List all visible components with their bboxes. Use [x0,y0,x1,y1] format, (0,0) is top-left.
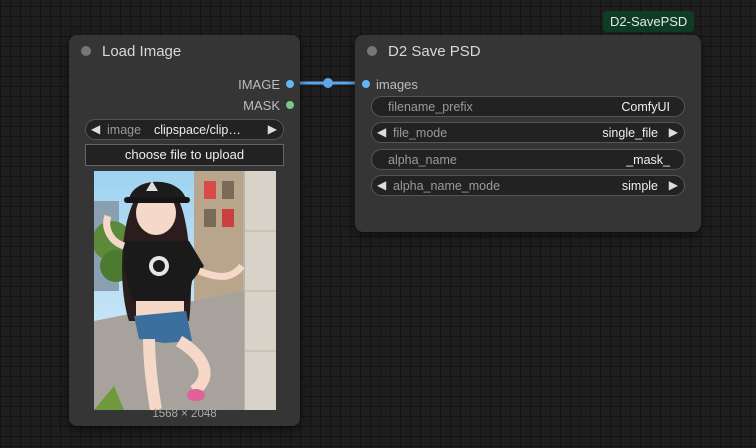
save-psd-node[interactable]: D2 Save PSD images filename_prefix Comfy… [355,35,701,232]
output-label-mask: MASK [243,98,280,113]
node-title: D2 Save PSD [388,43,481,60]
input-label-images: images [376,77,418,92]
arrow-right-icon[interactable]: ▶ [669,125,678,139]
upload-button[interactable]: choose file to upload [85,144,284,166]
save-psd-header[interactable]: D2 Save PSD [355,35,701,67]
load-image-node[interactable]: Load Image IMAGE MASK ◀ image clipspace/… [69,35,300,426]
widget-label: file_mode [393,126,448,140]
collapse-dot-icon[interactable] [81,46,91,56]
widget-label: filename_prefix [388,100,473,114]
widget-value: single_file [602,126,658,140]
arrow-right-icon[interactable]: ▶ [669,178,678,192]
node-badge: D2-SavePSD [603,11,695,32]
node-title: Load Image [102,43,182,60]
file-mode-widget[interactable]: ◀ file_mode single_file ▶ [371,122,685,143]
widget-value: ComfyUI [621,100,670,114]
output-label-image: IMAGE [238,77,280,92]
alpha-name-mode-widget[interactable]: ◀ alpha_name_mode simple ▶ [371,175,685,196]
arrow-left-icon[interactable]: ◀ [91,122,100,136]
output-slot-mask[interactable] [286,101,294,109]
widget-label: image [107,123,142,137]
image-combo-widget[interactable]: ◀ image clipspace/clip… ▶ [85,119,284,140]
widget-label: alpha_name_mode [393,179,501,193]
output-slot-image[interactable] [286,80,294,88]
widget-value: clipspace/clip… [154,123,241,137]
arrow-left-icon[interactable]: ◀ [377,125,386,139]
widget-value: _mask_ [626,153,670,167]
image-dimensions: 1568 × 2048 [152,408,217,420]
filename-prefix-widget[interactable]: filename_prefix ComfyUI [371,96,685,117]
load-image-header[interactable]: Load Image [69,35,300,67]
arrow-right-icon[interactable]: ▶ [268,122,277,136]
input-slot-images[interactable] [362,80,370,88]
widget-value: simple [621,179,658,193]
widget-label: alpha_name [388,153,457,167]
arrow-left-icon[interactable]: ◀ [377,178,386,192]
collapse-dot-icon[interactable] [367,46,377,56]
alpha-name-widget[interactable]: alpha_name _mask_ [371,149,685,170]
image-preview [94,171,276,410]
